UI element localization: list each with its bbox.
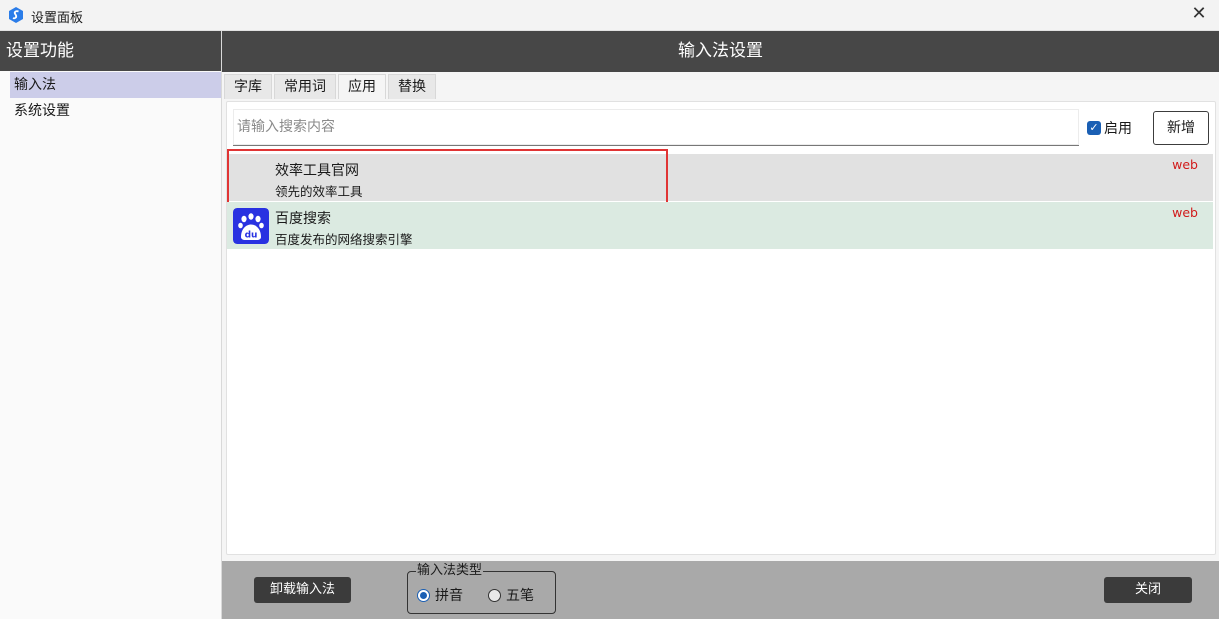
bottom-bar: 卸载输入法 输入法类型 拼音 五笔 关闭 bbox=[222, 561, 1219, 619]
list-item-tag: web bbox=[1172, 157, 1198, 172]
svg-text:du: du bbox=[245, 231, 258, 241]
enable-checkbox-label: 启用 bbox=[1104, 121, 1132, 137]
main-panel: 输入法设置 字库 常用词 应用 替换 ✓ 启用 新增 效率工具官网 领先的效率工… bbox=[222, 31, 1219, 619]
tab-bar: 字库 常用词 应用 替换 bbox=[224, 74, 438, 100]
list-item-name: 百度搜索 bbox=[275, 211, 331, 227]
list-item-desc: 领先的效率工具 bbox=[275, 184, 363, 199]
sidebar: 设置功能 输入法 系统设置 bbox=[0, 31, 222, 619]
search-input[interactable] bbox=[233, 109, 1079, 146]
blank-icon bbox=[233, 160, 269, 196]
app-logo-icon bbox=[9, 7, 23, 23]
close-button[interactable]: 关闭 bbox=[1104, 577, 1192, 603]
list-item-tag: web bbox=[1172, 205, 1198, 220]
radio-pinyin-label: 拼音 bbox=[435, 588, 463, 604]
baidu-logo-icon: du bbox=[233, 208, 269, 244]
tab-common-words[interactable]: 常用词 bbox=[274, 74, 336, 99]
title-bar: 设置面板 ✕ bbox=[0, 0, 1219, 31]
sidebar-item-input-method[interactable]: 输入法 bbox=[10, 72, 221, 98]
list-item-desc: 百度发布的网络搜索引擎 bbox=[275, 232, 413, 247]
window-title: 设置面板 bbox=[31, 11, 84, 26]
tab-replace[interactable]: 替换 bbox=[388, 74, 436, 99]
tab-apps[interactable]: 应用 bbox=[338, 74, 386, 99]
radio-pinyin[interactable]: 拼音 bbox=[417, 585, 463, 605]
app-list-panel: ✓ 启用 新增 效率工具官网 领先的效率工具 web du 百度搜索 百度发布 bbox=[226, 101, 1216, 555]
sidebar-item-system-settings[interactable]: 系统设置 bbox=[10, 98, 221, 124]
uninstall-button[interactable]: 卸载输入法 bbox=[254, 577, 351, 603]
radio-unselected-icon bbox=[488, 588, 501, 602]
close-window-icon[interactable]: ✕ bbox=[1189, 4, 1209, 24]
radio-wubi[interactable]: 五笔 bbox=[488, 585, 534, 605]
checkmark-icon: ✓ bbox=[1087, 121, 1101, 135]
list-item[interactable]: du 百度搜索 百度发布的网络搜索引擎 web bbox=[227, 202, 1213, 249]
list-item-name: 效率工具官网 bbox=[275, 163, 359, 179]
input-type-group: 输入法类型 拼音 五笔 bbox=[407, 563, 556, 614]
radio-wubi-label: 五笔 bbox=[506, 588, 534, 604]
list-item[interactable]: 效率工具官网 领先的效率工具 web bbox=[227, 149, 1213, 204]
page-title: 输入法设置 bbox=[222, 31, 1219, 72]
add-button[interactable]: 新增 bbox=[1153, 111, 1209, 145]
tab-dictionary[interactable]: 字库 bbox=[224, 74, 272, 99]
enable-checkbox[interactable]: ✓ 启用 bbox=[1087, 119, 1132, 137]
radio-selected-icon bbox=[417, 588, 430, 602]
sidebar-header: 设置功能 bbox=[0, 31, 221, 71]
input-type-legend: 输入法类型 bbox=[416, 563, 484, 579]
